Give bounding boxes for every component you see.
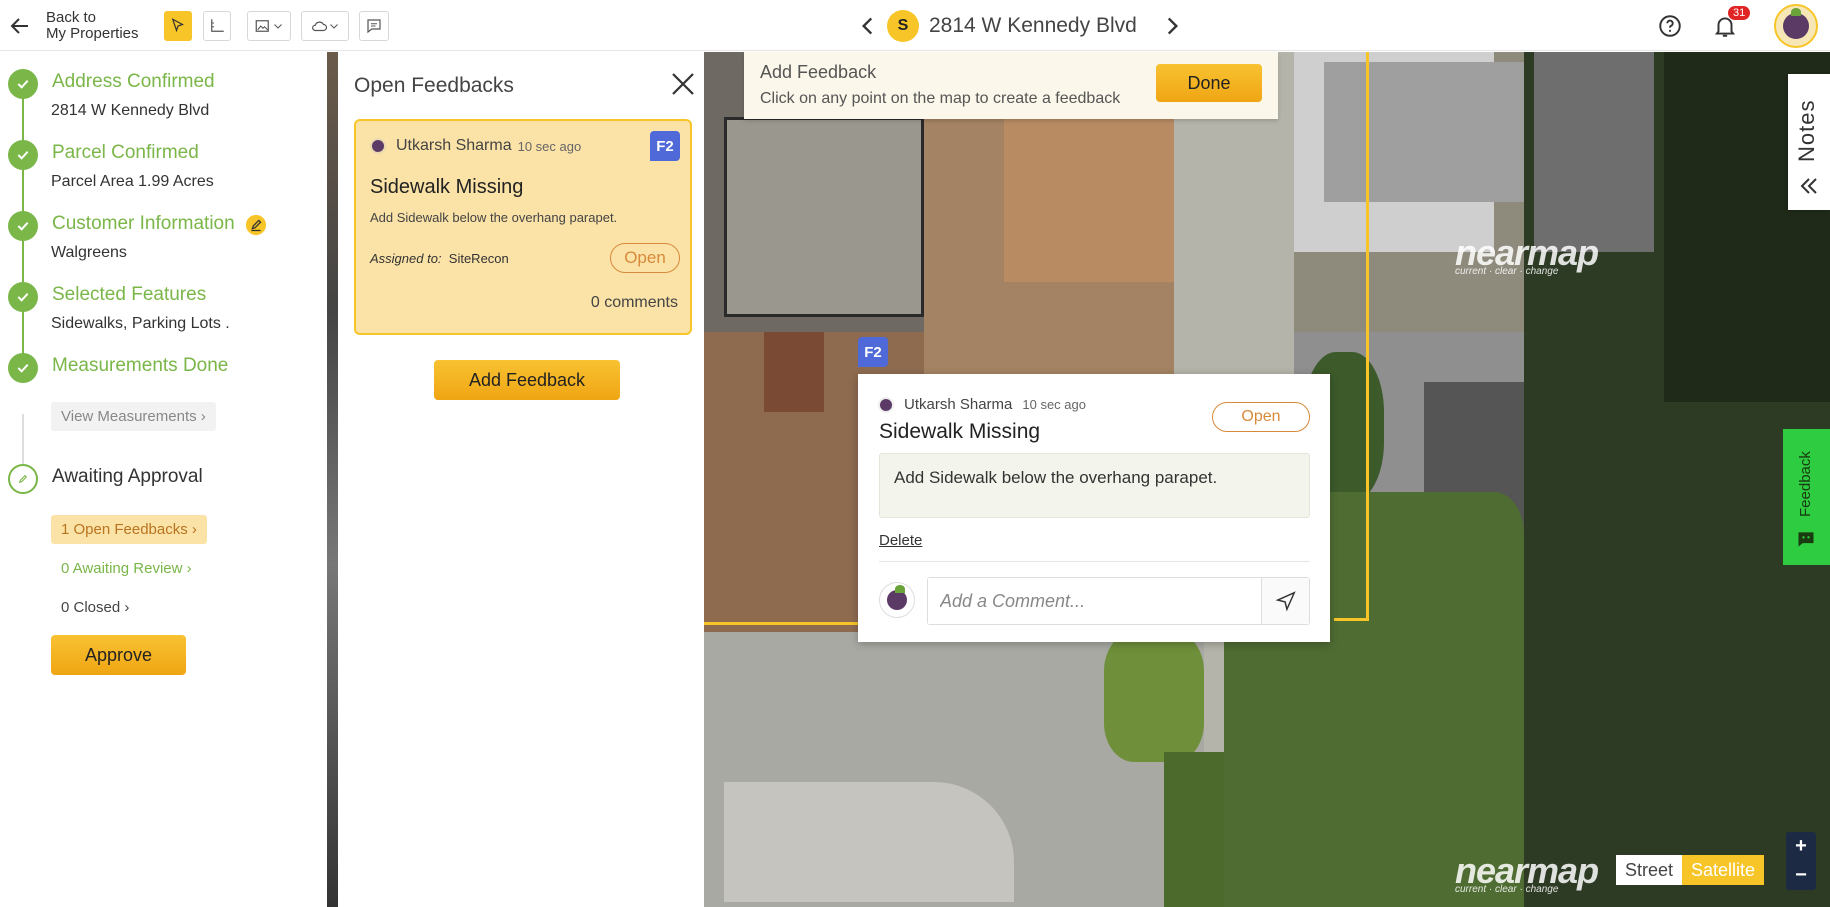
zoom-out-button[interactable]: − — [1786, 861, 1816, 890]
feedback-author: Utkarsh Sharma 10 sec ago — [878, 396, 1086, 413]
view-measurements-button[interactable]: View Measurements › — [51, 402, 216, 431]
assigned-to: Assigned to: SiteRecon — [370, 251, 509, 266]
cloud-upload-dropdown[interactable] — [301, 11, 349, 41]
site-badge: S — [887, 10, 919, 42]
zoom-controls: + − — [1786, 832, 1816, 890]
check-icon — [8, 140, 38, 170]
feedback-title: Sidewalk Missing — [879, 420, 1041, 443]
add-feedback-bar: Add Feedback Click on any point on the m… — [744, 52, 1278, 119]
step-parcel-confirmed: Parcel Confirmed — [8, 140, 199, 170]
feedback-card[interactable]: Utkarsh Sharma 10 sec ago F2 Sidewalk Mi… — [354, 119, 692, 335]
image-icon — [255, 20, 269, 32]
cursor-icon — [171, 18, 185, 33]
chevron-right-icon[interactable] — [1159, 13, 1185, 39]
check-icon — [8, 282, 38, 312]
chat-icon — [1798, 532, 1814, 547]
notification-badge: 31 — [1728, 6, 1751, 20]
edit-icon[interactable] — [245, 214, 267, 236]
nearmap-watermark: nearmap current · clear · change — [1455, 232, 1599, 277]
close-icon[interactable] — [668, 69, 698, 99]
arrow-left-icon — [10, 18, 28, 34]
awaiting-review-link[interactable]: 0 Awaiting Review › — [51, 554, 202, 583]
map-edge — [327, 52, 338, 907]
cloud-icon — [312, 21, 328, 32]
step-sub: Walgreens — [51, 244, 127, 261]
feedback-description: Add Sidewalk below the overhang parapet. — [370, 210, 618, 225]
comment-count: 0 comments — [590, 294, 678, 311]
map-feedback-marker[interactable]: F2 — [858, 337, 888, 367]
select-tool-button[interactable] — [164, 11, 192, 41]
avatar-icon — [370, 138, 386, 154]
step-awaiting-approval: Awaiting Approval — [8, 464, 203, 494]
feedback-title: Sidewalk Missing — [370, 176, 524, 198]
send-button[interactable] — [1261, 578, 1309, 624]
avatar-icon — [887, 585, 907, 610]
commenter-avatar — [879, 582, 915, 618]
pencil-circle-icon — [8, 464, 38, 494]
chat-icon — [367, 19, 381, 34]
zoom-in-button[interactable]: + — [1786, 832, 1816, 861]
double-chevron-left-icon — [1800, 178, 1817, 194]
send-icon — [1275, 591, 1296, 612]
step-sub: 2814 W Kennedy Blvd — [51, 102, 210, 119]
address-navigator: S 2814 W Kennedy Blvd — [855, 8, 1185, 44]
step-address-confirmed: Address Confirmed — [8, 69, 215, 99]
check-icon — [8, 69, 38, 99]
comment-input[interactable] — [928, 578, 1261, 624]
chevron-down-icon — [274, 24, 282, 29]
check-icon — [8, 211, 38, 241]
measure-tool-button[interactable] — [203, 11, 231, 41]
user-avatar[interactable] — [1774, 4, 1818, 48]
add-feedback-button[interactable]: Add Feedback — [434, 360, 620, 400]
feedback-popup: Utkarsh Sharma 10 sec ago Open Sidewalk … — [858, 374, 1330, 642]
comment-box — [927, 577, 1310, 625]
feedback-tab[interactable]: Feedback — [1783, 429, 1830, 565]
nearmap-watermark: nearmap current · clear · change — [1455, 850, 1599, 895]
status-badge: Open — [610, 243, 680, 273]
progress-line-pending — [22, 414, 24, 464]
chevron-left-icon[interactable] — [855, 13, 881, 39]
panel-title: Open Feedbacks — [354, 74, 514, 97]
satellite-toggle[interactable]: Satellite — [1682, 855, 1765, 885]
avatar-icon — [878, 396, 894, 413]
delete-link[interactable]: Delete — [879, 532, 922, 549]
back-label: Back to My Properties — [46, 9, 139, 42]
step-customer-information: Customer Information — [8, 211, 267, 241]
closed-link[interactable]: 0 Closed › — [51, 593, 139, 622]
check-icon — [8, 353, 38, 383]
feedback-description: Add Sidewalk below the overhang parapet. — [879, 453, 1310, 518]
step-sub: Parcel Area 1.99 Acres — [51, 173, 214, 190]
open-feedbacks-panel: Open Feedbacks Utkarsh Sharma 10 sec ago… — [338, 52, 704, 907]
step-sub: Sidewalks, Parking Lots . — [51, 315, 230, 332]
progress-sidebar: Address Confirmed 2814 W Kennedy Blvd Pa… — [0, 52, 327, 907]
chevron-down-icon — [330, 24, 338, 29]
notes-tab[interactable]: Notes — [1788, 74, 1830, 210]
done-button[interactable]: Done — [1156, 64, 1262, 102]
top-bar: Back to My Properties S 2814 W Kennedy B… — [0, 0, 1830, 51]
feedback-author: Utkarsh Sharma 10 sec ago — [370, 137, 581, 155]
help-icon[interactable] — [1657, 13, 1683, 39]
status-dropdown[interactable]: Open — [1212, 402, 1310, 432]
open-feedbacks-link[interactable]: 1 Open Feedbacks › — [51, 515, 207, 544]
back-to-properties-button[interactable]: Back to My Properties — [8, 10, 139, 42]
step-measurements-done: Measurements Done — [8, 353, 228, 383]
comments-tool-button[interactable] — [359, 11, 389, 41]
approve-button[interactable]: Approve — [51, 635, 186, 675]
address-title: 2814 W Kennedy Blvd — [929, 14, 1137, 37]
divider — [879, 561, 1310, 562]
avatar-icon — [1783, 8, 1809, 39]
street-toggle[interactable]: Street — [1616, 855, 1683, 885]
ruler-icon — [211, 19, 224, 32]
feedback-tag: F2 — [650, 131, 680, 161]
step-selected-features: Selected Features — [8, 282, 206, 312]
image-layer-dropdown[interactable] — [247, 11, 291, 41]
map-type-toggle: Street Satellite — [1616, 855, 1765, 885]
